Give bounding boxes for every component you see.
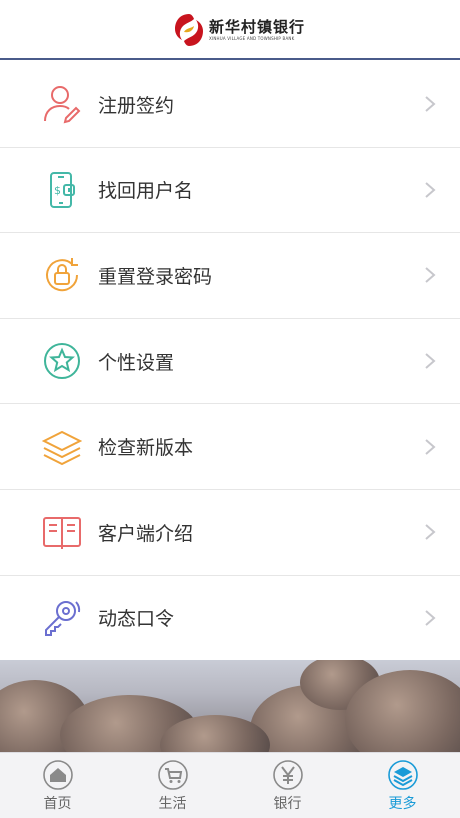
tab-label: 银行 bbox=[273, 796, 302, 812]
svg-text:$: $ bbox=[54, 184, 61, 197]
cart-icon bbox=[157, 760, 188, 790]
tab-label: 更多 bbox=[388, 796, 417, 812]
tab-label: 生活 bbox=[158, 796, 187, 812]
yen-icon bbox=[272, 760, 303, 790]
chevron-right-icon bbox=[425, 524, 436, 541]
chevron-right-icon bbox=[425, 353, 436, 369]
tab-life[interactable]: 生活 bbox=[115, 753, 230, 818]
bank-logo-icon bbox=[175, 14, 203, 46]
layers-icon bbox=[41, 427, 83, 467]
menu-item-check-update[interactable]: 检查新版本 bbox=[0, 404, 460, 490]
lock-reset-icon bbox=[42, 255, 82, 295]
layers-icon bbox=[387, 760, 418, 790]
bank-name-en: XINHUA VILLAGE AND TOWNSHIP BANK bbox=[209, 35, 295, 41]
menu-item-reset-password[interactable]: 重置登录密码 bbox=[0, 233, 460, 319]
menu-item-find-username[interactable]: $ 找回用户名 bbox=[0, 147, 460, 234]
star-icon bbox=[42, 341, 82, 381]
tab-label: 首页 bbox=[43, 796, 72, 812]
menu-label: 客户端介绍 bbox=[98, 522, 194, 545]
bottom-tab-bar: 首页 生活 银行 更多 bbox=[0, 752, 460, 818]
home-icon bbox=[42, 760, 73, 790]
more-menu-list: 注册签约 $ 找回用户名 重置登录密码 个性设置 检查新版本 客户端介绍 动态口… bbox=[0, 62, 460, 662]
book-icon bbox=[42, 512, 82, 552]
menu-label: 重置登录密码 bbox=[98, 265, 213, 288]
chevron-right-icon bbox=[425, 438, 436, 455]
chevron-right-icon bbox=[425, 267, 436, 284]
menu-item-client-intro[interactable]: 客户端介绍 bbox=[0, 489, 460, 576]
chevron-right-icon bbox=[425, 182, 436, 198]
tab-bank[interactable]: 银行 bbox=[230, 753, 345, 818]
chevron-right-icon bbox=[425, 610, 436, 626]
phone-dollar-icon: $ bbox=[42, 170, 82, 210]
tab-more[interactable]: 更多 bbox=[345, 753, 460, 818]
menu-label: 动态口令 bbox=[98, 608, 175, 631]
menu-label: 注册签约 bbox=[98, 94, 175, 117]
bank-logo: 新华村镇银行 XINHUA VILLAGE AND TOWNSHIP BANK bbox=[172, 10, 305, 50]
decorative-background-photo bbox=[0, 660, 460, 752]
menu-label: 找回用户名 bbox=[98, 180, 194, 203]
menu-item-register[interactable]: 注册签约 bbox=[0, 62, 460, 148]
menu-label: 个性设置 bbox=[98, 351, 175, 374]
menu-item-dynamic-token[interactable]: 动态口令 bbox=[0, 575, 460, 662]
user-edit-icon bbox=[42, 84, 82, 124]
menu-label: 检查新版本 bbox=[98, 437, 194, 460]
menu-item-personal-settings[interactable]: 个性设置 bbox=[0, 318, 460, 405]
bank-name-cn: 新华村镇银行 bbox=[209, 17, 306, 36]
tab-home[interactable]: 首页 bbox=[0, 753, 115, 818]
chevron-right-icon bbox=[425, 96, 436, 113]
app-header: 新华村镇银行 XINHUA VILLAGE AND TOWNSHIP BANK bbox=[0, 0, 460, 60]
key-icon bbox=[42, 598, 82, 638]
